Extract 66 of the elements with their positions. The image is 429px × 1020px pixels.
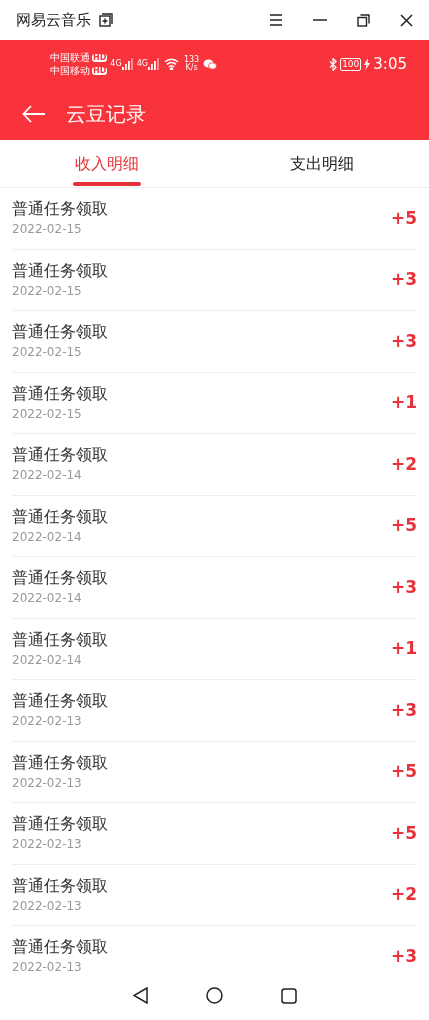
record-date: 2022-02-14 [12, 528, 83, 546]
recents-nav-icon[interactable] [280, 987, 297, 1004]
record-title: 普通任务领取 [12, 444, 108, 467]
charging-icon [364, 58, 371, 70]
record-amount: +5 [390, 821, 417, 845]
tab[interactable]: 收入明细 [0, 140, 215, 187]
record-date: 2022-02-13 [12, 836, 83, 854]
battery-level: 100 [340, 57, 362, 71]
record-amount: +5 [390, 514, 417, 537]
home-nav-icon[interactable] [205, 987, 223, 1004]
record-date: 2022-02-15 [12, 282, 83, 300]
clock: 3:05 [373, 53, 407, 75]
back-arrow-icon[interactable] [22, 105, 46, 123]
record-amount: +5 [390, 760, 417, 783]
record-amount: +5 [390, 206, 417, 230]
network-type: 4G [110, 58, 122, 70]
tab-indicator [73, 182, 142, 186]
signal-icon [121, 58, 134, 70]
record-date: 2022-02-15 [12, 405, 83, 423]
record-date: 2022-02-13 [12, 897, 83, 915]
close-icon[interactable] [400, 13, 413, 27]
record-title: 普通任务领取 [12, 628, 108, 651]
new-window-icon[interactable] [99, 13, 113, 27]
record-title: 普通任务领取 [12, 198, 108, 221]
speed-value: 133 [183, 56, 200, 64]
record-amount: +3 [390, 268, 417, 291]
record-title: 普通任务领取 [12, 751, 108, 774]
carrier-name: 中国移动 [50, 65, 90, 76]
record-title: 普通任务领取 [12, 505, 108, 528]
record-date: 2022-02-15 [12, 221, 83, 239]
record-date: 2022-02-13 [12, 959, 83, 971]
record-title: 普通任务领取 [12, 813, 108, 836]
carrier-name: 中国联通 [50, 52, 90, 63]
record-title: 普通任务领取 [12, 874, 108, 897]
chat-icon [203, 58, 218, 70]
network-type: 4G [136, 58, 148, 70]
record-amount: +1 [390, 391, 417, 414]
wifi-icon [163, 58, 179, 70]
record-date: 2022-02-13 [12, 774, 83, 792]
record-amount: +2 [390, 452, 417, 476]
record-title: 普通任务领取 [12, 382, 108, 405]
window-title: 网易云音乐 [16, 9, 91, 31]
record-title: 普通任务领取 [12, 936, 108, 959]
record-amount: +3 [390, 698, 417, 722]
restore-icon[interactable] [357, 13, 370, 27]
record-date: 2022-02-14 [12, 467, 83, 485]
record-amount: +3 [390, 944, 417, 968]
page-title: 云豆记录 [66, 101, 146, 128]
record-date: 2022-02-14 [12, 651, 83, 669]
record-date: 2022-02-13 [12, 713, 83, 731]
record-title: 普通任务领取 [12, 567, 108, 590]
record-amount: +1 [390, 637, 417, 660]
menu-icon[interactable] [269, 14, 283, 26]
signal-icon [147, 58, 160, 70]
record-amount: +3 [390, 329, 417, 353]
record-amount: +2 [390, 883, 417, 906]
record-amount: +3 [390, 575, 417, 599]
back-nav-icon[interactable] [132, 987, 148, 1004]
record-title: 普通任务领取 [12, 259, 108, 282]
record-title: 普通任务领取 [12, 321, 108, 344]
record-title: 普通任务领取 [12, 690, 108, 713]
tab[interactable]: 支出明细 [214, 140, 429, 187]
record-date: 2022-02-14 [12, 590, 83, 608]
record-date: 2022-02-15 [12, 344, 83, 362]
bluetooth-icon [329, 57, 338, 71]
speed-unit: K/s [185, 64, 198, 72]
